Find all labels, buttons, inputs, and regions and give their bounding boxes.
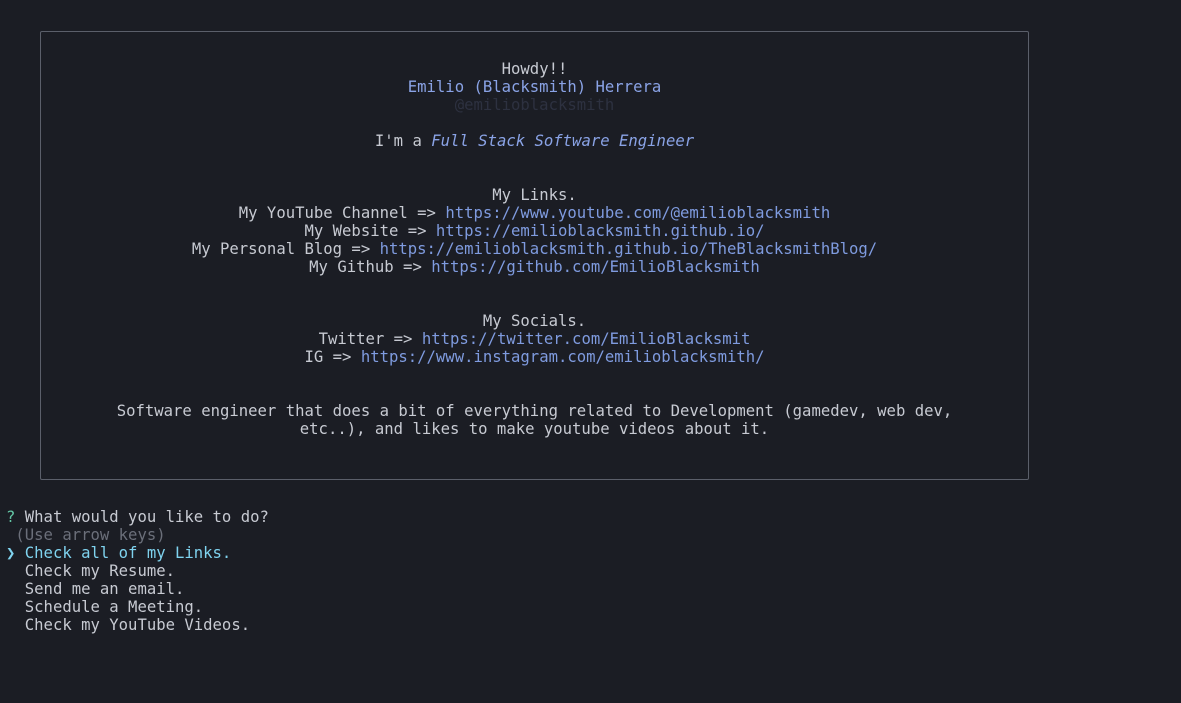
question-text: What would you like to do? [24, 508, 269, 526]
handle-text: @emilioblacksmith [454, 96, 615, 114]
instagram-link[interactable]: https://www.instagram.com/emilioblacksmi… [361, 348, 765, 366]
menu-option-videos[interactable]: Check my YouTube Videos. [6, 616, 269, 634]
youtube-link[interactable]: https://www.youtube.com/@emilioblacksmit… [445, 204, 830, 222]
role-prefix: I'm a [374, 132, 432, 150]
option-label: Check all of my Links. [24, 544, 232, 562]
menu-option-meeting[interactable]: Schedule a Meeting. [6, 598, 269, 616]
menu-option-links[interactable]: ❯ Check all of my Links. [6, 544, 269, 562]
menu-option-email[interactable]: Send me an email. [6, 580, 269, 598]
role-title: Full Stack Software Engineer [431, 132, 695, 150]
role-line: I'm a Full Stack Software Engineer [41, 132, 1028, 150]
option-label: Schedule a Meeting. [24, 598, 204, 616]
link-label: My Website => [304, 222, 436, 240]
menu-prompt: ? What would you like to do? (Use arrow … [6, 508, 269, 634]
link-row-github: My Github => https://github.com/EmilioBl… [41, 258, 1028, 276]
option-label: Check my Resume. [24, 562, 175, 580]
website-link[interactable]: https://emilioblacksmith.github.io/ [436, 222, 765, 240]
link-row-website: My Website => https://emilioblacksmith.g… [41, 222, 1028, 240]
arrow-keys-hint: (Use arrow keys) [15, 526, 166, 544]
link-row-blog: My Personal Blog => https://emilioblacks… [41, 240, 1028, 258]
links-title: My Links. [492, 186, 577, 204]
question-row: ? What would you like to do? [6, 508, 269, 526]
bio-line-1: Software engineer that does a bit of eve… [116, 402, 953, 420]
social-row-twitter: Twitter => https://twitter.com/EmilioBla… [41, 330, 1028, 348]
greeting: Howdy!! [501, 60, 568, 78]
link-row-youtube: My YouTube Channel => https://www.youtub… [41, 204, 1028, 222]
twitter-link[interactable]: https://twitter.com/EmilioBlacksmit [422, 330, 751, 348]
profile-card: Howdy!! Emilio (Blacksmith) Herrera @emi… [40, 31, 1029, 480]
social-label: IG => [304, 348, 361, 366]
socials-title: My Socials. [482, 312, 587, 330]
terminal-window: Howdy!! Emilio (Blacksmith) Herrera @emi… [0, 0, 1181, 703]
hint-row: (Use arrow keys) [6, 526, 269, 544]
social-label: Twitter => [318, 330, 422, 348]
menu-option-resume[interactable]: Check my Resume. [6, 562, 269, 580]
link-label: My Github => [309, 258, 432, 276]
bio-line-2: etc..), and likes to make youtube videos… [299, 420, 770, 438]
name-heading: Emilio (Blacksmith) Herrera [407, 78, 662, 96]
social-row-instagram: IG => https://www.instagram.com/emiliobl… [41, 348, 1028, 366]
github-link[interactable]: https://github.com/EmilioBlacksmith [431, 258, 760, 276]
blog-link[interactable]: https://emilioblacksmith.github.io/TheBl… [380, 240, 878, 258]
pointer-icon: ❯ [6, 544, 16, 562]
option-label: Check my YouTube Videos. [24, 616, 251, 634]
option-label: Send me an email. [24, 580, 185, 598]
link-label: My YouTube Channel => [238, 204, 446, 222]
question-mark-icon: ? [6, 508, 16, 526]
link-label: My Personal Blog => [191, 240, 380, 258]
